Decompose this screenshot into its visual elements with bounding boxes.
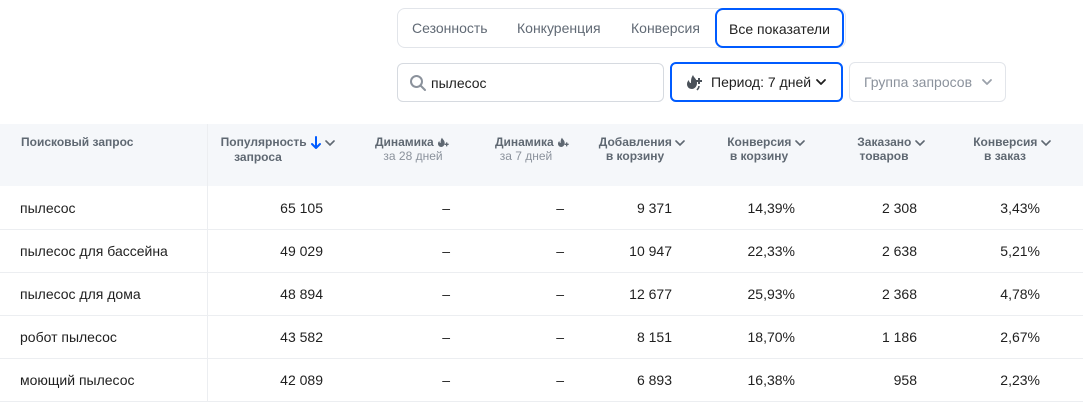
header-order-conversion[interactable]: Конверсия в заказ <box>964 135 1060 163</box>
cell-cart-conversion: 14,39% <box>747 200 795 216</box>
query-group-select[interactable]: Группа запросов <box>849 62 1006 102</box>
header-ordered[interactable]: Заказано товаров <box>848 135 934 163</box>
cell-dynamics-28: – <box>442 372 450 388</box>
table-row[interactable]: робот пылесос 43 582 – – 8 151 18,70% 1 … <box>0 315 1083 359</box>
table-row[interactable]: пылесос 65 105 – – 9 371 14,39% 2 308 3,… <box>0 186 1083 230</box>
header-popularity[interactable]: Популярность запроса <box>214 135 342 164</box>
chevron-down-icon <box>914 140 925 146</box>
cell-cart-adds: 8 151 <box>636 329 672 345</box>
cell-cart-conversion: 22,33% <box>747 243 795 259</box>
cell-dynamics-28: – <box>442 329 450 345</box>
search-icon <box>410 75 426 91</box>
cell-query[interactable]: пылесос для дома <box>20 286 141 302</box>
cell-cart-conversion: 18,70% <box>747 329 795 345</box>
cell-popularity: 49 029 <box>280 243 323 259</box>
cell-query[interactable]: пылесос для бассейна <box>20 243 168 259</box>
flame-plus-icon <box>438 137 449 147</box>
cell-query[interactable]: робот пылесос <box>20 329 117 345</box>
header-cart-conversion[interactable]: Конверсия в корзину <box>718 135 814 163</box>
flame-plus-icon <box>687 75 702 91</box>
query-group-label: Группа запросов <box>864 74 973 90</box>
period-select[interactable]: Период: 7 дней <box>670 62 843 102</box>
cell-order-conversion: 2,23% <box>1000 372 1040 388</box>
cell-cart-adds: 9 371 <box>636 200 672 216</box>
chevron-down-icon <box>325 140 336 146</box>
period-label: Период: 7 дней <box>711 74 812 90</box>
chevron-down-icon <box>1040 140 1051 146</box>
table-row[interactable]: пылесос для дома 48 894 – – 12 677 25,93… <box>0 272 1083 316</box>
view-tabs: Сезонность Конкуренция Конверсия Все пок… <box>397 8 846 48</box>
header-cart-adds[interactable]: Добавления в корзину <box>592 135 692 163</box>
cell-dynamics-28: – <box>442 200 450 216</box>
cell-ordered: 958 <box>893 372 917 388</box>
table-row[interactable]: пылесос для бассейна 49 029 – – 10 947 2… <box>0 229 1083 273</box>
cell-popularity: 43 582 <box>280 329 323 345</box>
header-query[interactable]: Поисковый запрос <box>21 135 133 149</box>
chevron-down-icon <box>982 79 992 85</box>
cell-order-conversion: 5,21% <box>1000 243 1040 259</box>
cell-cart-adds: 12 677 <box>629 286 672 302</box>
chevron-down-icon <box>794 140 805 146</box>
cell-query[interactable]: моющий пылесос <box>20 372 135 388</box>
cell-dynamics-7: – <box>556 329 564 345</box>
search-input[interactable] <box>431 72 651 93</box>
cell-popularity: 42 089 <box>280 372 323 388</box>
sort-arrow-down-icon <box>311 135 322 149</box>
cell-order-conversion: 3,43% <box>1000 200 1040 216</box>
table-row[interactable]: моющий пылесос 42 089 – – 6 893 16,38% 9… <box>0 358 1083 402</box>
flame-plus-icon <box>558 137 569 147</box>
header-dynamics-7[interactable]: Динамика за 7 дней <box>478 135 588 163</box>
cell-popularity: 48 894 <box>280 286 323 302</box>
tab-conversion[interactable]: Конверсия <box>631 9 700 47</box>
tab-seasonality[interactable]: Сезонность <box>412 9 488 47</box>
table-header: Поисковый запрос Популярность запроса Ди… <box>0 124 1083 186</box>
cell-order-conversion: 4,78% <box>1000 286 1040 302</box>
cell-cart-conversion: 16,38% <box>747 372 795 388</box>
cell-cart-conversion: 25,93% <box>747 286 795 302</box>
cell-order-conversion: 2,67% <box>1000 329 1040 345</box>
header-dynamics-28[interactable]: Динамика за 28 дней <box>358 135 468 163</box>
cell-dynamics-28: – <box>442 286 450 302</box>
cell-popularity: 65 105 <box>280 200 323 216</box>
cell-dynamics-28: – <box>442 243 450 259</box>
cell-dynamics-7: – <box>556 286 564 302</box>
cell-dynamics-7: – <box>556 243 564 259</box>
cell-dynamics-7: – <box>556 372 564 388</box>
cell-cart-adds: 10 947 <box>629 243 672 259</box>
tab-all-metrics[interactable]: Все показатели <box>715 8 844 48</box>
cell-ordered: 2 638 <box>881 243 917 259</box>
cell-query[interactable]: пылесос <box>20 200 76 216</box>
cell-dynamics-7: – <box>556 200 564 216</box>
tab-competition[interactable]: Конкуренция <box>517 9 601 47</box>
cell-ordered: 2 308 <box>881 200 917 216</box>
cell-cart-adds: 6 893 <box>636 372 672 388</box>
cell-ordered: 2 368 <box>881 286 917 302</box>
chevron-down-icon <box>675 140 686 146</box>
cell-ordered: 1 186 <box>881 329 917 345</box>
chevron-down-icon <box>816 79 826 85</box>
search-box[interactable] <box>397 63 664 102</box>
